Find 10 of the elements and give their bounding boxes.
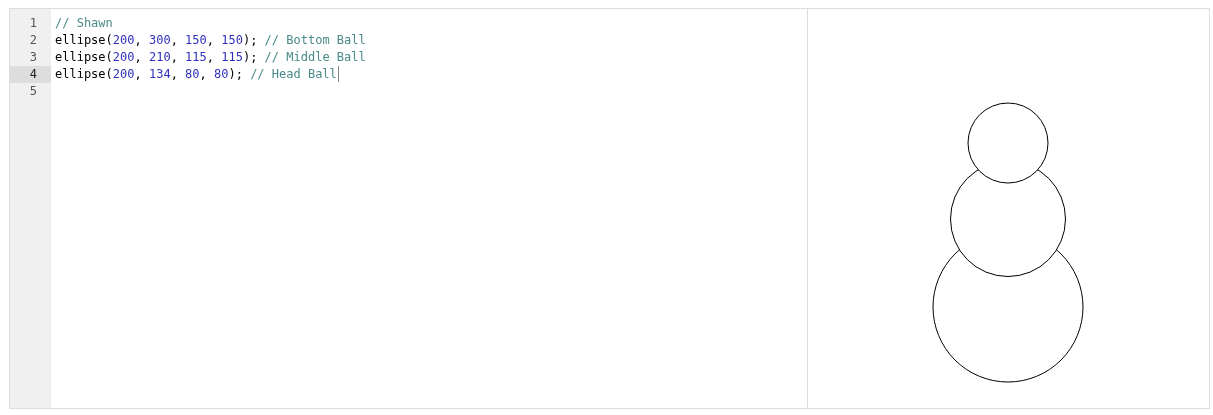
line-number: 2 [28,32,38,49]
text-cursor [337,66,339,82]
line-number: 5 [28,83,38,100]
code-line: ellipse(200, 210, 115, 115); // Middle Ball [55,49,366,66]
line-number: 3 [28,49,38,66]
code-line: ellipse(200, 134, 80, 80); // Head Ball [55,66,337,83]
code-line: ellipse(200, 300, 150, 150); // Bottom Ball [55,32,366,49]
line-number: 4 [10,66,51,83]
line-number: 1 [28,15,38,32]
code-line: // Shawn [55,15,113,32]
